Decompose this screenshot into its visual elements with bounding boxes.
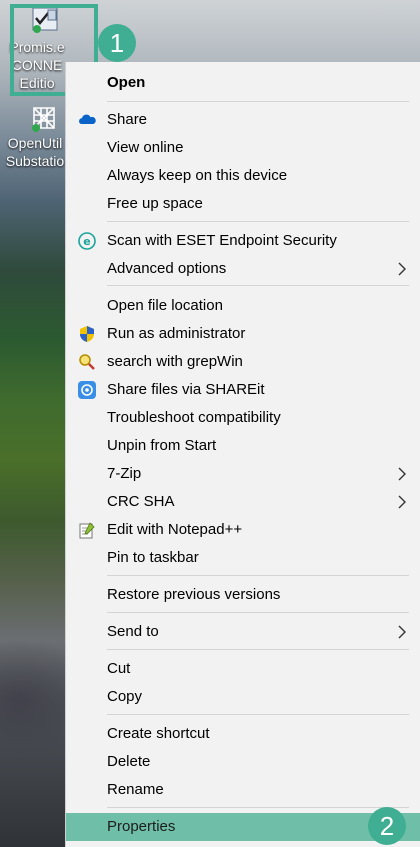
menu-item-7zip[interactable]: 7-Zip xyxy=(66,460,420,488)
menu-separator xyxy=(107,807,409,808)
menu-item-label: Copy xyxy=(107,688,143,705)
menu-item-always-keep[interactable]: Always keep on this device xyxy=(66,162,420,190)
menu-item-label: 7-Zip xyxy=(107,465,142,482)
menu-item-label: Run as administrator xyxy=(107,325,246,342)
menu-item-label: Send to xyxy=(107,623,159,640)
menu-item-label: Share files via SHAREit xyxy=(107,381,265,398)
menu-item-label: search with grepWin xyxy=(107,353,243,370)
chevron-right-icon xyxy=(398,495,406,509)
menu-item-delete[interactable]: Delete xyxy=(66,748,420,776)
onedrive-cloud-icon xyxy=(79,114,96,124)
menu-item-label: View online xyxy=(107,139,184,156)
chevron-right-icon xyxy=(398,467,406,481)
menu-item-create-shortcut[interactable]: Create shortcut xyxy=(66,720,420,748)
annotation-badge-2: 2 xyxy=(368,807,406,845)
menu-item-send-to[interactable]: Send to xyxy=(66,618,420,646)
menu-item-cut[interactable]: Cut xyxy=(66,655,420,683)
menu-item-label: Open file location xyxy=(107,297,223,314)
menu-separator xyxy=(107,101,409,102)
icon-label-line: Substatio xyxy=(5,153,65,169)
menu-item-unpin-start[interactable]: Unpin from Start xyxy=(66,432,420,460)
menu-item-view-online[interactable]: View online xyxy=(66,134,420,162)
eset-icon: e xyxy=(78,232,96,250)
uac-shield-icon xyxy=(80,326,94,342)
menu-item-open[interactable]: Open xyxy=(66,69,420,97)
menu-item-scan-eset[interactable]: e Scan with ESET Endpoint Security xyxy=(66,227,420,255)
menu-separator xyxy=(107,649,409,650)
chevron-right-icon xyxy=(398,262,406,276)
menu-item-label: Rename xyxy=(107,781,164,798)
context-menu: Open Share View online Always keep on th… xyxy=(65,62,420,847)
menu-item-label: Edit with Notepad++ xyxy=(107,521,243,538)
menu-item-label: Properties xyxy=(107,818,176,835)
menu-item-label: Always keep on this device xyxy=(107,167,288,184)
menu-item-label: Troubleshoot compatibility xyxy=(107,409,281,426)
menu-item-pin-taskbar[interactable]: Pin to taskbar xyxy=(66,544,420,572)
menu-item-properties[interactable]: Properties xyxy=(66,813,420,841)
menu-item-troubleshoot[interactable]: Troubleshoot compatibility xyxy=(66,404,420,432)
menu-separator xyxy=(107,575,409,576)
menu-item-label: Pin to taskbar xyxy=(107,549,199,566)
menu-item-free-up-space[interactable]: Free up space xyxy=(66,190,420,218)
menu-item-share[interactable]: Share xyxy=(66,106,420,134)
menu-item-label: Cut xyxy=(107,660,131,677)
menu-item-label: CRC SHA xyxy=(107,493,175,510)
icon-label-line: OpenUtil xyxy=(7,135,63,151)
menu-separator xyxy=(107,285,409,286)
menu-separator xyxy=(107,714,409,715)
menu-item-notepadpp[interactable]: Edit with Notepad++ xyxy=(66,516,420,544)
svg-text:e: e xyxy=(83,235,90,248)
menu-item-crc-sha[interactable]: CRC SHA xyxy=(66,488,420,516)
menu-separator xyxy=(107,612,409,613)
menu-item-label: Scan with ESET Endpoint Security xyxy=(107,232,337,249)
menu-item-shareit[interactable]: Share files via SHAREit xyxy=(66,376,420,404)
notepadpp-icon xyxy=(79,522,95,539)
menu-item-label: Unpin from Start xyxy=(107,437,217,454)
menu-item-label: Restore previous versions xyxy=(107,586,281,603)
menu-item-label: Advanced options xyxy=(107,260,227,277)
chevron-right-icon xyxy=(398,625,406,639)
menu-item-label: Create shortcut xyxy=(107,725,210,742)
annotation-badge-1: 1 xyxy=(98,24,136,62)
menu-item-label: Free up space xyxy=(107,195,203,212)
menu-item-advanced-options[interactable]: Advanced options xyxy=(66,255,420,283)
menu-item-label: Delete xyxy=(107,753,151,770)
menu-item-rename[interactable]: Rename xyxy=(66,776,420,804)
menu-item-open-file-location[interactable]: Open file location xyxy=(66,292,420,320)
magnifier-icon xyxy=(79,354,95,370)
shareit-icon xyxy=(78,381,96,399)
menu-item-label: Share xyxy=(107,111,148,128)
openutil-app-icon xyxy=(32,107,55,132)
menu-item-run-as-admin[interactable]: Run as administrator xyxy=(66,320,420,348)
menu-separator xyxy=(107,221,409,222)
menu-item-label: Open xyxy=(107,74,146,91)
menu-item-grepwin[interactable]: search with grepWin xyxy=(66,348,420,376)
menu-item-restore-versions[interactable]: Restore previous versions xyxy=(66,581,420,609)
menu-item-copy[interactable]: Copy xyxy=(66,683,420,711)
